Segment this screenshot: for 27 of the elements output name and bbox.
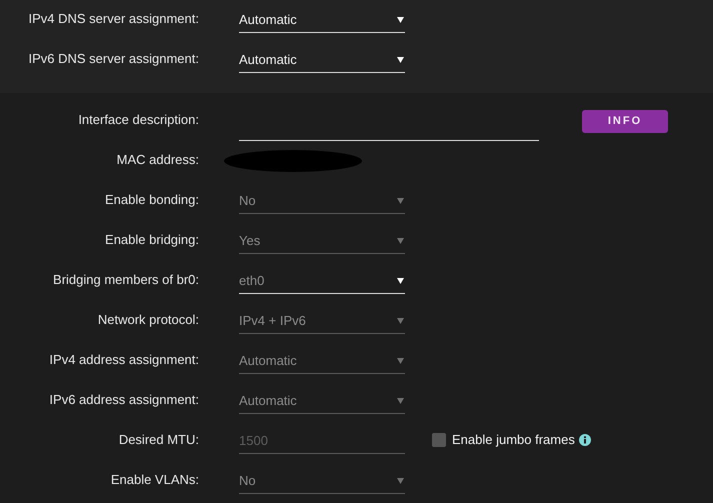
field-label: Bridging members of br0:: [52, 271, 199, 290]
checkbox-label: Enable jumbo frames: [452, 431, 575, 450]
field-label: Enable bonding:: [104, 191, 199, 210]
field-label: Network protocol:: [96, 311, 199, 330]
field-label: IPv4 DNS server assignment:: [27, 10, 199, 28]
caret-icon: [397, 477, 404, 484]
info-button[interactable]: INFO: [582, 110, 668, 132]
field-label: Enable VLANs:: [110, 471, 199, 490]
field-label: IPv4 address assignment:: [48, 351, 199, 370]
caret-icon: [397, 56, 404, 63]
field-label: Enable bridging:: [104, 231, 199, 250]
field-label: Interface description:: [77, 111, 199, 130]
field-label: IPv6 address assignment:: [48, 391, 199, 410]
field-label: MAC address:: [116, 151, 199, 170]
info-icon[interactable]: [578, 434, 591, 446]
caret-icon: [397, 317, 404, 324]
caret-icon: [397, 197, 404, 204]
field-label: IPv6 DNS server assignment:: [27, 50, 199, 68]
dropdown[interactable]: Automatic: [239, 5, 405, 33]
dropdown[interactable]: Automatic: [239, 45, 405, 73]
caret-icon: [397, 16, 404, 23]
dropdown[interactable]: eth0: [239, 266, 405, 294]
caret-icon: [397, 397, 404, 404]
caret-icon: [397, 357, 404, 364]
field-label: Desired MTU:: [118, 431, 199, 450]
caret-icon: [397, 277, 404, 284]
caret-icon: [397, 237, 404, 244]
